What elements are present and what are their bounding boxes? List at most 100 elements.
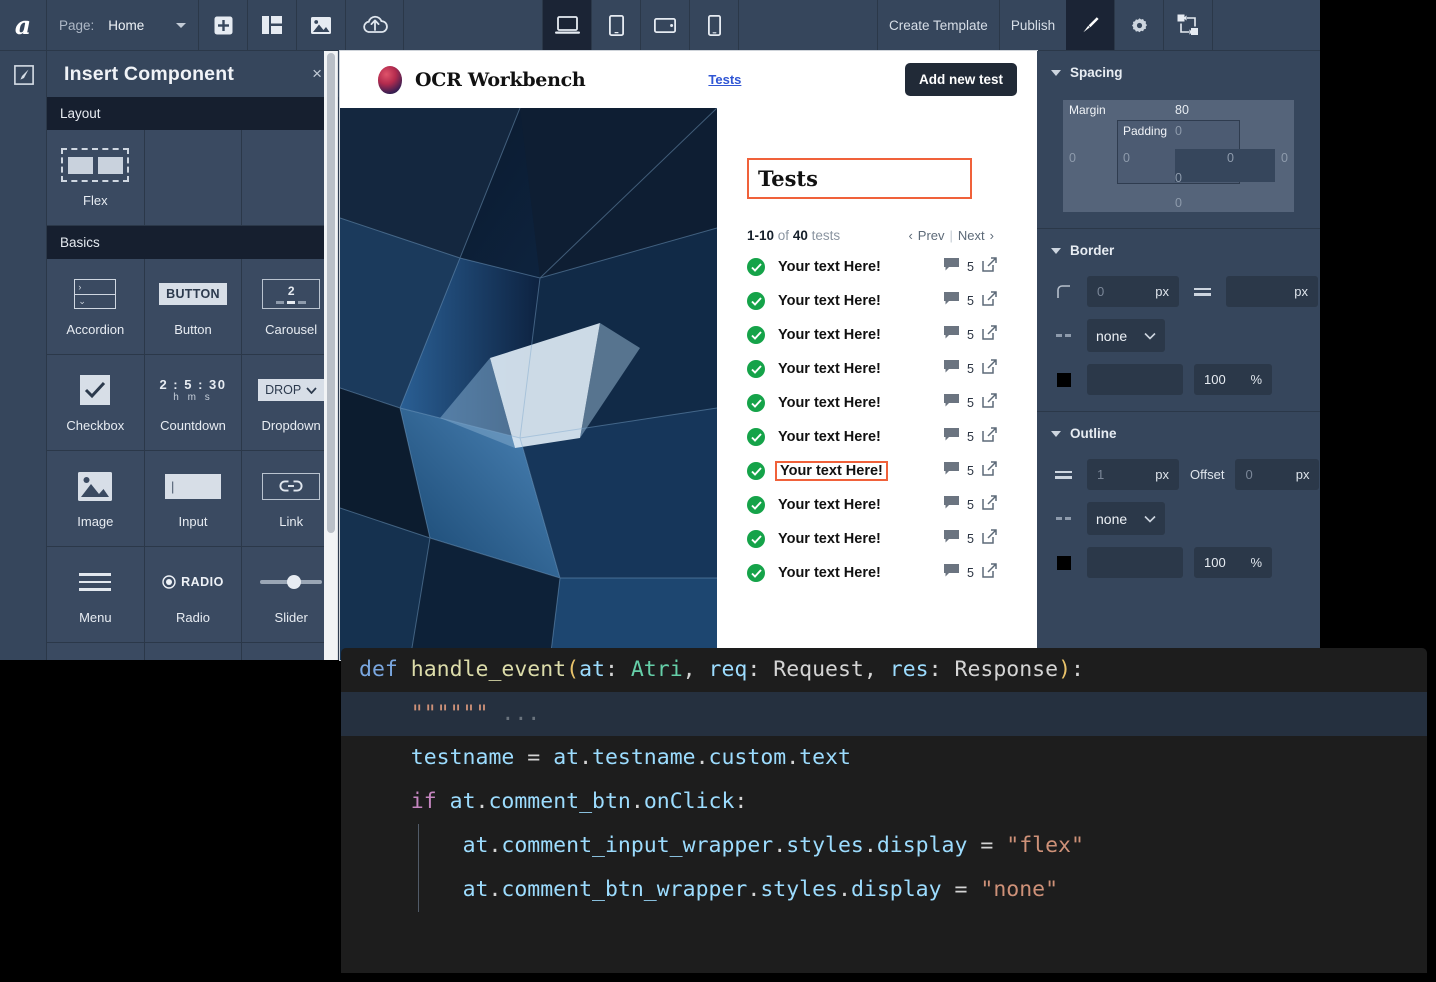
open-external-icon[interactable] <box>982 529 997 549</box>
open-external-icon[interactable] <box>982 325 997 345</box>
code-token: Request <box>773 657 864 682</box>
open-external-icon[interactable] <box>982 563 997 583</box>
settings-button[interactable] <box>1115 0 1165 50</box>
comment-icon[interactable] <box>944 462 960 480</box>
component-menu[interactable]: Menu <box>47 547 145 643</box>
outline-opacity-input[interactable]: 100 % <box>1194 547 1272 578</box>
table-row-selected[interactable]: Your text Here! 5 <box>747 461 997 481</box>
padding-right-value[interactable]: 0 <box>1227 151 1234 165</box>
scrollbar-thumb[interactable] <box>327 53 335 533</box>
table-row[interactable]: Your text Here! 5 <box>747 393 997 413</box>
border-color-input[interactable] <box>1087 364 1183 395</box>
page-selector[interactable]: Page: Home <box>47 0 199 50</box>
outline-width-input[interactable]: 1 px <box>1087 459 1179 490</box>
border-opacity-input[interactable]: 100 % <box>1194 364 1272 395</box>
border-style-select[interactable]: none <box>1087 319 1165 352</box>
component-bar[interactable] <box>144 643 243 660</box>
section-outline-header[interactable]: Outline <box>1037 412 1320 453</box>
box-model-widget[interactable]: Margin 80 0 0 0 Padding 0 0 0 0 <box>1063 100 1294 212</box>
comment-icon[interactable] <box>944 394 960 412</box>
margin-top-value[interactable]: 80 <box>1175 103 1189 117</box>
chevron-right-icon[interactable]: › <box>990 228 994 243</box>
add-new-test-button[interactable]: Add new test <box>904 63 1017 96</box>
comment-icon[interactable] <box>944 258 960 276</box>
border-radius-input[interactable]: 0 px <box>1087 276 1179 307</box>
open-external-icon[interactable] <box>982 461 997 481</box>
table-row[interactable]: Your text Here! 5 <box>747 325 997 345</box>
comment-icon[interactable] <box>944 530 960 548</box>
open-external-icon[interactable] <box>982 495 997 515</box>
next-button[interactable]: Next <box>958 228 985 243</box>
outline-offset-input[interactable]: 0 px <box>1235 459 1320 490</box>
component-accordion[interactable]: › ⌄ Accordion <box>47 259 145 355</box>
brush-tool-button[interactable] <box>1066 0 1116 50</box>
open-external-icon[interactable] <box>982 427 997 447</box>
chevron-left-icon[interactable]: ‹ <box>908 228 912 243</box>
tests-column: Tests 1-10 of 40 tests ‹ Prev | Next › Y… <box>717 108 1037 660</box>
component-label: Carousel <box>265 322 318 337</box>
table-row[interactable]: Your text Here! 5 <box>747 427 997 447</box>
border-opacity-unit: % <box>1250 372 1262 387</box>
comment-icon[interactable] <box>944 292 960 310</box>
table-row[interactable]: Your text Here! 5 <box>747 495 997 515</box>
test-name-selected[interactable]: Your text Here! <box>775 461 888 481</box>
publish-button[interactable]: Publish <box>1000 0 1066 50</box>
comment-icon[interactable] <box>944 428 960 446</box>
border-width-input[interactable]: px <box>1226 276 1318 307</box>
device-desktop-button[interactable] <box>543 0 592 50</box>
component-button[interactable]: BUTTON Button <box>144 259 243 355</box>
padding-left-value[interactable]: 0 <box>1123 151 1130 165</box>
table-row[interactable]: Your text Here! 5 <box>747 359 997 379</box>
publish-cloud-button[interactable] <box>346 0 404 50</box>
canvas-scrollbar[interactable] <box>324 51 338 660</box>
tests-heading[interactable]: Tests <box>747 158 972 199</box>
component-input[interactable]: | Input <box>144 451 243 547</box>
component-label: Dropdown <box>261 418 321 433</box>
padding-bottom-value[interactable]: 0 <box>1175 171 1182 185</box>
prev-button[interactable]: Prev <box>918 228 945 243</box>
nav-link-tests[interactable]: Tests <box>708 72 741 87</box>
open-external-icon[interactable] <box>982 393 997 413</box>
layout-panel-button[interactable] <box>248 0 297 50</box>
chevron-down-icon <box>1144 332 1156 340</box>
table-row[interactable]: Your text Here! 5 <box>747 529 997 549</box>
component-stepper[interactable]: 123 <box>47 643 145 660</box>
edit-canvas-button[interactable] <box>0 51 47 98</box>
page-body: Tests 1-10 of 40 tests ‹ Prev | Next › Y… <box>340 108 1037 660</box>
table-row[interactable]: Your text Here! 5 <box>747 257 997 277</box>
open-external-icon[interactable] <box>982 359 997 379</box>
outline-style-select[interactable]: none <box>1087 502 1165 535</box>
app-logo[interactable]: a <box>0 0 47 50</box>
comment-icon[interactable] <box>944 360 960 378</box>
component-image[interactable]: Image <box>47 451 145 547</box>
outline-color-input[interactable] <box>1087 547 1183 578</box>
device-tablet-button[interactable] <box>592 0 641 50</box>
component-checkbox[interactable]: Checkbox <box>47 355 145 451</box>
comment-icon[interactable] <box>944 496 960 514</box>
table-row[interactable]: Your text Here! 5 <box>747 291 997 311</box>
padding-top-value[interactable]: 0 <box>1175 124 1182 138</box>
comment-icon[interactable] <box>944 564 960 582</box>
margin-left-value[interactable]: 0 <box>1069 151 1076 165</box>
device-tablet-landscape-button[interactable] <box>641 0 690 50</box>
media-button[interactable] <box>297 0 346 50</box>
code-editor-panel[interactable]: def handle_event(at: Atri, req: Request,… <box>341 648 1427 973</box>
section-border-header[interactable]: Border <box>1037 229 1320 270</box>
component-flex[interactable]: Flex <box>47 130 145 226</box>
margin-right-value[interactable]: 0 <box>1281 151 1288 165</box>
table-row[interactable]: Your text Here! 5 <box>747 563 997 583</box>
outline-style-icon <box>1051 517 1076 520</box>
comment-icon[interactable] <box>944 326 960 344</box>
component-radio[interactable]: RADIO Radio <box>144 547 243 643</box>
device-mobile-button[interactable] <box>690 0 739 50</box>
margin-bottom-value[interactable]: 0 <box>1175 196 1182 210</box>
add-page-button[interactable] <box>199 0 248 50</box>
row-meta: 5 <box>944 461 997 481</box>
component-countdown[interactable]: 2 : 5 : 30 h m s Countdown <box>144 355 243 451</box>
open-external-icon[interactable] <box>982 291 997 311</box>
flow-button[interactable] <box>1164 0 1214 50</box>
create-template-button[interactable]: Create Template <box>878 0 1000 50</box>
open-external-icon[interactable] <box>982 257 997 277</box>
section-spacing-header[interactable]: Spacing <box>1037 51 1320 92</box>
